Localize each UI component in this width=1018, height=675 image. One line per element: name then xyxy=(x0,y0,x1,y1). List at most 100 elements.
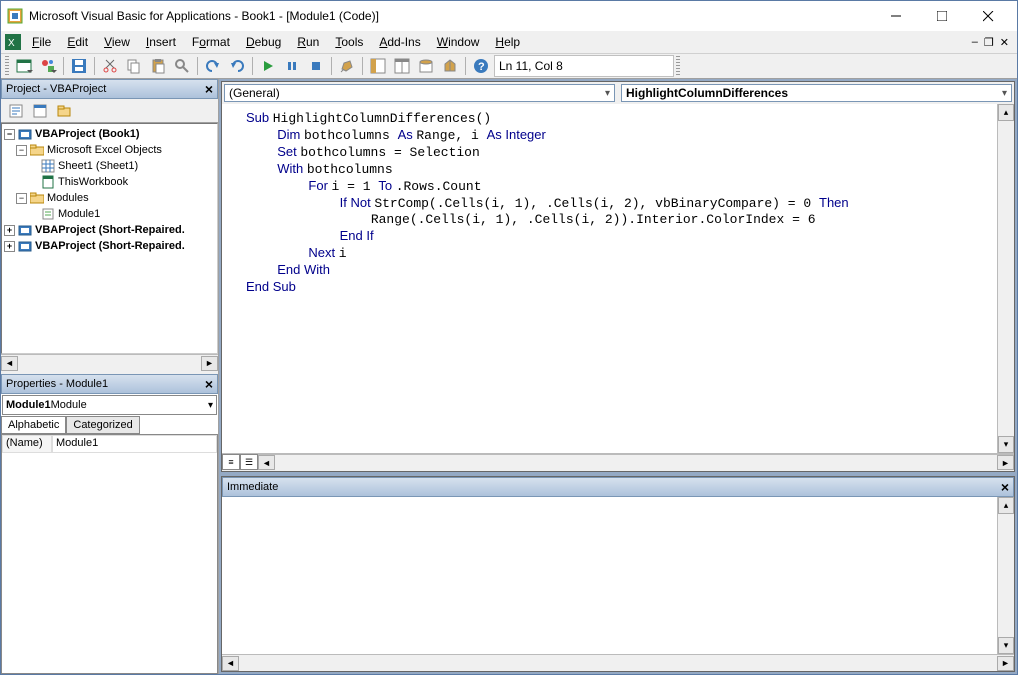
paste-button[interactable] xyxy=(147,55,169,77)
mdi-minimize-button[interactable]: – xyxy=(972,36,978,49)
menu-insert[interactable]: Insert xyxy=(139,33,183,51)
property-row[interactable]: (Name) Module1 xyxy=(2,435,217,453)
app-icon xyxy=(7,8,23,24)
project-tree[interactable]: −VBAProject (Book1) −Microsoft Excel Obj… xyxy=(1,123,218,354)
view-object-button[interactable] xyxy=(29,100,51,122)
code-footer: ≡ ☰ ◄► xyxy=(222,453,1014,471)
object-combo[interactable]: (General)▾ xyxy=(224,84,615,102)
design-mode-button[interactable] xyxy=(336,55,358,77)
toolbar-grip[interactable] xyxy=(5,56,9,76)
reset-button[interactable] xyxy=(305,55,327,77)
code-editor[interactable]: Sub HighlightColumnDifferences() Dim bot… xyxy=(222,104,997,453)
full-module-view-button[interactable]: ☰ xyxy=(240,454,258,470)
immediate-label: Immediate xyxy=(227,481,278,493)
window-buttons xyxy=(873,2,1011,30)
view-excel-button[interactable] xyxy=(13,55,35,77)
properties-grid[interactable]: (Name) Module1 xyxy=(1,434,218,674)
tab-categorized[interactable]: Categorized xyxy=(66,416,139,434)
menu-view[interactable]: View xyxy=(97,33,137,51)
menu-debug[interactable]: Debug xyxy=(239,33,288,51)
immediate-input[interactable] xyxy=(222,497,997,654)
tree-folder-excel-objects[interactable]: −Microsoft Excel Objects xyxy=(4,142,215,158)
editor-hscroll[interactable]: ◄► xyxy=(258,454,1014,470)
title-bar: Microsoft Visual Basic for Applications … xyxy=(1,1,1017,31)
mdi-area: (General)▾ HighlightColumnDifferences▾ S… xyxy=(219,79,1017,674)
mdi-close-button[interactable]: ✕ xyxy=(1000,36,1009,49)
copy-button[interactable] xyxy=(123,55,145,77)
procedure-view-button[interactable]: ≡ xyxy=(222,454,240,470)
menu-edit[interactable]: Edit xyxy=(60,33,95,51)
tree-project-book1[interactable]: −VBAProject (Book1) xyxy=(4,126,215,142)
menu-help[interactable]: Help xyxy=(488,33,527,51)
project-icon xyxy=(17,223,33,237)
excel-icon[interactable]: X xyxy=(5,34,23,50)
insert-object-button[interactable] xyxy=(37,55,59,77)
toolbar-grip-right[interactable] xyxy=(676,56,680,76)
object-browser-button[interactable] xyxy=(415,55,437,77)
menu-format[interactable]: Format xyxy=(185,33,237,51)
project-explorer-button[interactable] xyxy=(367,55,389,77)
close-button[interactable] xyxy=(965,2,1011,30)
prop-object-name: Module1 xyxy=(6,399,51,411)
tree-thisworkbook[interactable]: ThisWorkbook xyxy=(4,174,215,190)
menu-addins[interactable]: Add-Ins xyxy=(372,33,427,51)
immediate-hscroll[interactable]: ◄► xyxy=(222,654,1014,671)
project-icon xyxy=(17,239,33,253)
folder-icon xyxy=(29,191,45,205)
tree-folder-modules[interactable]: −Modules xyxy=(4,190,215,206)
tab-alphabetic[interactable]: Alphabetic xyxy=(1,416,66,434)
standard-toolbar: ? Ln 11, Col 8 xyxy=(1,53,1017,79)
immediate-window: Immediate × ▴▾ ◄► xyxy=(221,476,1015,672)
minimize-button[interactable] xyxy=(873,2,919,30)
tree-project-short-repaired-1[interactable]: +VBAProject (Short-Repaired. xyxy=(4,222,215,238)
toolbox-button[interactable] xyxy=(439,55,461,77)
procedure-combo[interactable]: HighlightColumnDifferences▾ xyxy=(621,84,1012,102)
redo-button[interactable] xyxy=(226,55,248,77)
undo-button[interactable] xyxy=(202,55,224,77)
editor-vscroll[interactable]: ▴▾ xyxy=(997,104,1014,453)
properties-tabs: Alphabetic Categorized xyxy=(1,416,218,434)
chevron-down-icon: ▾ xyxy=(605,88,610,99)
break-button[interactable] xyxy=(281,55,303,77)
tree-sheet1[interactable]: Sheet1 (Sheet1) xyxy=(4,158,215,174)
menu-tools[interactable]: Tools xyxy=(328,33,370,51)
workbook-icon xyxy=(40,175,56,189)
left-panel: Project - VBAProject × −VBAProject (Book… xyxy=(1,79,219,674)
svg-text:?: ? xyxy=(478,61,485,73)
folder-icon xyxy=(29,143,45,157)
properties-object-combo[interactable]: Module1 Module▾ xyxy=(2,395,217,415)
property-value[interactable]: Module1 xyxy=(52,435,217,453)
mdi-restore-button[interactable]: ❐ xyxy=(984,36,994,49)
view-code-button[interactable] xyxy=(5,100,27,122)
project-explorer-close-icon[interactable]: × xyxy=(205,81,213,97)
immediate-vscroll[interactable]: ▴▾ xyxy=(997,497,1014,654)
tree-project-short-repaired-2[interactable]: +VBAProject (Short-Repaired. xyxy=(4,238,215,254)
properties-title: Properties - Module1 × xyxy=(1,374,218,394)
menu-file[interactable]: File xyxy=(25,33,58,51)
maximize-button[interactable] xyxy=(919,2,965,30)
property-name: (Name) xyxy=(2,435,52,453)
project-hscroll[interactable]: ◄► xyxy=(1,354,218,371)
menu-window[interactable]: Window xyxy=(430,33,487,51)
cut-button[interactable] xyxy=(99,55,121,77)
code-window: (General)▾ HighlightColumnDifferences▾ S… xyxy=(221,81,1015,472)
toggle-folders-button[interactable] xyxy=(53,100,75,122)
help-button[interactable]: ? xyxy=(470,55,492,77)
properties-close-icon[interactable]: × xyxy=(205,376,213,392)
mdi-buttons: – ❐ ✕ xyxy=(972,36,1013,49)
chevron-down-icon: ▾ xyxy=(1002,88,1007,99)
project-explorer-title: Project - VBAProject × xyxy=(1,79,218,99)
module-icon xyxy=(40,207,56,221)
immediate-close-icon[interactable]: × xyxy=(1001,479,1009,495)
chevron-down-icon: ▾ xyxy=(208,400,213,411)
save-button[interactable] xyxy=(68,55,90,77)
project-explorer-label: Project - VBAProject xyxy=(6,83,106,95)
project-icon xyxy=(17,127,33,141)
menu-run[interactable]: Run xyxy=(290,33,326,51)
find-button[interactable] xyxy=(171,55,193,77)
window-title: Microsoft Visual Basic for Applications … xyxy=(29,9,873,23)
immediate-title: Immediate × xyxy=(222,477,1014,497)
run-button[interactable] xyxy=(257,55,279,77)
properties-window-button[interactable] xyxy=(391,55,413,77)
tree-module1[interactable]: Module1 xyxy=(4,206,215,222)
